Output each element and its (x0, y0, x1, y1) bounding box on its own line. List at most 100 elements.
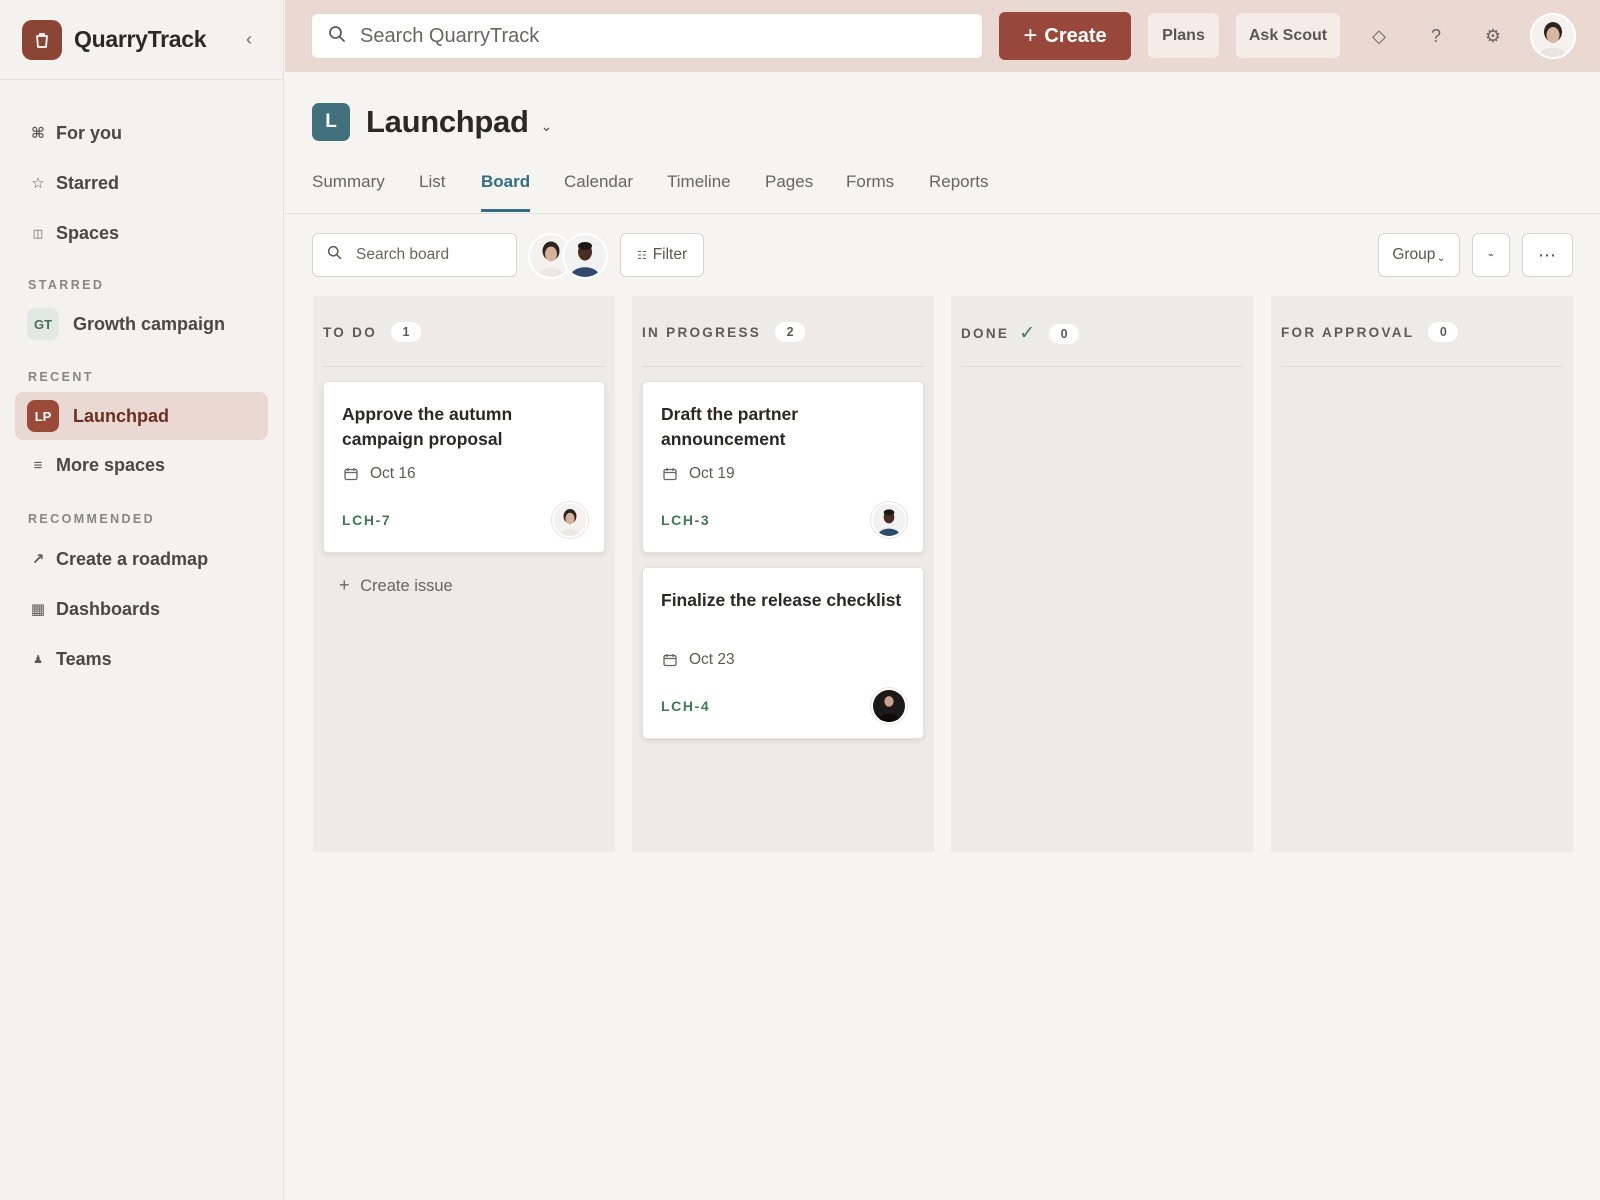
issue-card[interactable]: Finalize the release checklist Oct 23 LC… (642, 567, 924, 739)
board-column-done: DONE ✓ 0 (951, 296, 1253, 852)
issue-title: Draft the partner announcement (661, 404, 799, 449)
sidebar-item-dashboards[interactable]: ▦ Dashboards (0, 584, 283, 634)
assignee-avatar[interactable] (871, 502, 907, 538)
collapse-sidebar-icon[interactable]: ‹ (237, 28, 261, 52)
assignee-avatar[interactable] (552, 502, 588, 538)
sidebar-item-create-roadmap[interactable]: ↗ Create a roadmap (0, 534, 283, 584)
tab-timeline[interactable]: Timeline (667, 172, 731, 209)
board-column-for-approval: FOR APPROVAL 0 (1271, 296, 1573, 852)
person-icon: ♟ (33, 653, 43, 666)
issue-card[interactable]: Approve the autumn campaign proposal Oct… (323, 381, 605, 553)
plans-button[interactable]: Plans (1148, 13, 1219, 58)
more-options-button[interactable]: ⋯ (1522, 233, 1573, 277)
sidebar-item-for-you[interactable]: ⌘ For you (0, 108, 283, 158)
global-search-input[interactable] (360, 24, 940, 48)
sidebar-item-launchpad[interactable]: LP Launchpad (15, 392, 268, 440)
tab-board[interactable]: Board (481, 172, 531, 212)
column-count-badge: 0 (1049, 323, 1080, 344)
filter-button[interactable]: ☷ Filter (620, 233, 704, 277)
tab-list[interactable]: List (419, 172, 445, 209)
sidebar-item-label: Starred (56, 172, 120, 193)
plus-icon: + (339, 575, 350, 595)
issue-date-text: Oct 16 (370, 465, 416, 482)
brand: QuarryTrack ‹ (0, 0, 283, 80)
sidebar-item-label: Create a roadmap (56, 548, 209, 569)
sidebar-item-more-spaces[interactable]: ≡ More spaces (0, 440, 283, 490)
user-avatar[interactable] (1530, 13, 1576, 59)
sidebar-item-label: More spaces (56, 454, 166, 475)
project-badge: LP (27, 400, 59, 432)
help-icon[interactable]: ? (1420, 20, 1452, 52)
column-title: TO DO (323, 324, 378, 340)
star-icon: ☆ (31, 175, 45, 192)
sidebar-item-label: Launchpad (73, 405, 170, 426)
sidebar-item-growth-campaign[interactable]: GT Growth campaign (15, 300, 268, 348)
create-button[interactable]: + Create (999, 12, 1131, 60)
insights-button[interactable]: ⌁ (1472, 233, 1510, 277)
sidebar-item-label: For you (56, 122, 122, 143)
issue-key: LCH-4 (661, 698, 711, 714)
avatar[interactable] (562, 233, 608, 279)
project-icon: L (312, 103, 350, 141)
issue-due-date: Oct 16 (344, 465, 416, 483)
brand-logo-icon[interactable] (22, 19, 62, 60)
global-search[interactable] (311, 13, 983, 59)
issue-date-text: Oct 19 (689, 465, 735, 482)
column-count-badge: 1 (391, 322, 422, 342)
column-divider (323, 366, 605, 367)
checkmark-icon: ✓ (1019, 323, 1036, 344)
tab-forms[interactable]: Forms (846, 172, 894, 209)
issue-title: Approve the autumn campaign proposal (342, 404, 513, 449)
topbar: + Create Plans Ask Scout ◇ ? ⚙ (285, 0, 1600, 72)
sidebar-item-label: Teams (56, 648, 112, 669)
issue-due-date: Oct 19 (663, 465, 735, 483)
command-icon: ⌘ (31, 125, 45, 142)
tab-pages[interactable]: Pages (765, 172, 813, 209)
section-recent-title: RECENT (28, 370, 94, 384)
chevron-down-icon[interactable]: ⌄ (541, 118, 553, 135)
tab-summary[interactable]: Summary (312, 172, 385, 209)
more-icon: ⋯ (1538, 244, 1557, 265)
calendar-icon (663, 653, 677, 667)
ask-scout-button[interactable]: Ask Scout (1236, 13, 1340, 58)
assignee-avatar[interactable] (871, 688, 907, 724)
issue-card[interactable]: Draft the partner announcement Oct 19 LC… (642, 381, 924, 553)
tab-calendar[interactable]: Calendar (564, 172, 633, 209)
sidebar-item-spaces[interactable]: ◫ Spaces (0, 208, 283, 258)
column-header: IN PROGRESS 2 (642, 322, 806, 342)
project-tabs: Summary List Board Calendar Timeline Pag… (285, 160, 1600, 214)
grid-icon: ▦ (30, 601, 46, 618)
plus-icon: + (1023, 22, 1038, 49)
app-name: QuarryTrack (74, 26, 207, 52)
sidebar-item-teams[interactable]: ♟ Teams (0, 634, 283, 684)
calendar-icon (663, 467, 677, 481)
column-count-badge: 2 (775, 322, 806, 342)
tab-reports[interactable]: Reports (929, 172, 989, 209)
project-header: L Launchpad ⌄ (312, 103, 552, 141)
board-search-input[interactable] (356, 246, 506, 264)
page-title: Launchpad (366, 104, 529, 139)
sidebar-nav: ⌘ For you ☆ Starred ◫ Spaces (0, 80, 283, 258)
spaces-icon: ◫ (32, 227, 44, 240)
section-starred-title: STARRED (28, 278, 105, 292)
group-button[interactable]: Group ⌄ (1378, 233, 1460, 277)
issue-title: Finalize the release checklist (661, 590, 902, 610)
column-title: IN PROGRESS (642, 324, 762, 340)
column-title: DONE (961, 326, 1010, 341)
settings-icon[interactable]: ⚙ (1477, 20, 1509, 52)
board-search[interactable] (312, 233, 517, 277)
sidebar-item-label: Spaces (56, 222, 120, 243)
filter-button-label: Filter (652, 246, 688, 263)
column-count-badge: 0 (1428, 322, 1459, 342)
sidebar-item-starred[interactable]: ☆ Starred (0, 158, 283, 208)
insights-icon: ⌁ (1487, 249, 1495, 261)
column-title: FOR APPROVAL (1281, 324, 1415, 340)
diamond-icon[interactable]: ◇ (1363, 20, 1395, 52)
search-icon (327, 245, 342, 265)
issue-due-date: Oct 23 (663, 651, 735, 669)
menu-icon: ≡ (33, 456, 43, 474)
column-header: FOR APPROVAL 0 (1281, 322, 1459, 342)
column-header: TO DO 1 (323, 322, 422, 342)
sidebar-item-label: Dashboards (56, 598, 161, 619)
create-issue-button[interactable]: + Create issue (339, 575, 453, 596)
